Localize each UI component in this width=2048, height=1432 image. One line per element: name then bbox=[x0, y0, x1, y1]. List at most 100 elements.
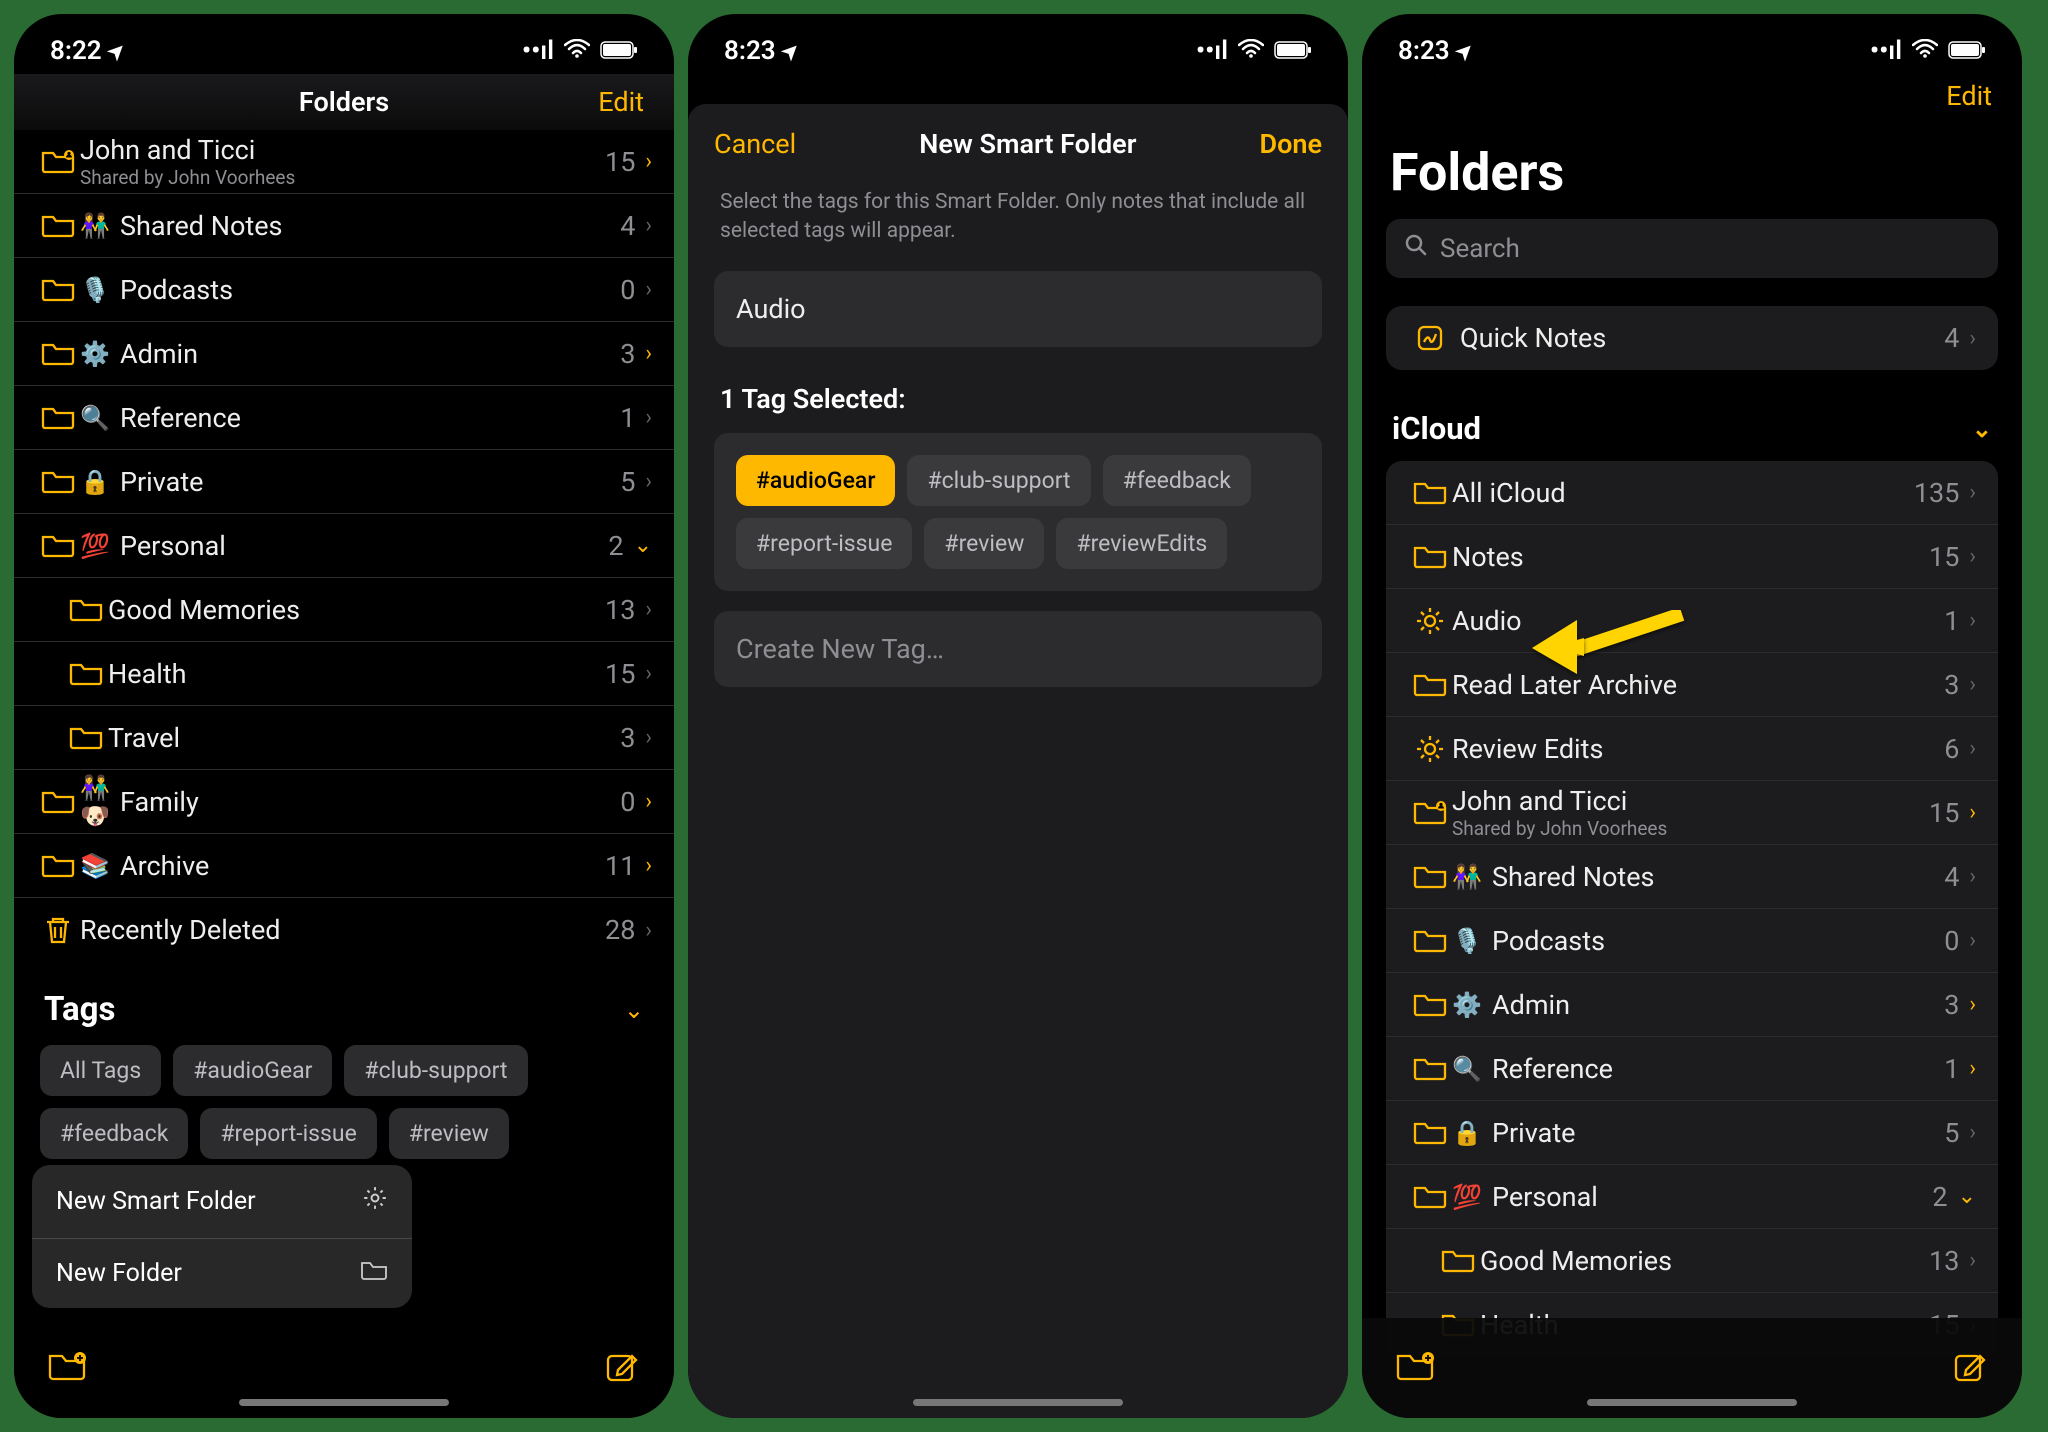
screen-1-folders: 8:22➤ ••ıl Folders Edit John and TicciSh… bbox=[14, 14, 674, 1418]
folder-row-readlater[interactable]: Read Later Archive3› bbox=[1386, 653, 1998, 717]
location-icon: ➤ bbox=[776, 37, 805, 66]
battery-icon bbox=[1274, 36, 1312, 66]
status-bar: 8:23➤ ••ıl bbox=[1362, 14, 2022, 74]
folder-count: 1 bbox=[1944, 1053, 1959, 1085]
tag-pill[interactable]: #audioGear bbox=[173, 1045, 332, 1096]
folder-label: Good Memories bbox=[1480, 1245, 1929, 1277]
folder-emoji: 🔒 bbox=[1452, 1119, 1492, 1147]
tag-option[interactable]: #reviewEdits bbox=[1056, 518, 1227, 569]
folder-emoji: 🔒 bbox=[80, 468, 120, 496]
tag-pill[interactable]: #club-support bbox=[344, 1045, 527, 1096]
folder-row-ref[interactable]: 🔍Reference1› bbox=[14, 386, 674, 450]
cancel-button[interactable]: Cancel bbox=[714, 128, 796, 160]
folder-icon bbox=[1436, 1248, 1480, 1274]
folder-row-admin[interactable]: ⚙️Admin3› bbox=[14, 322, 674, 386]
create-new-tag-input[interactable]: Create New Tag… bbox=[714, 611, 1322, 687]
compose-button[interactable] bbox=[604, 1348, 640, 1388]
chevron-right-icon: › bbox=[1969, 608, 1976, 633]
folder-row-travel[interactable]: Travel3› bbox=[14, 706, 674, 770]
status-indicators: ••ıl bbox=[1196, 36, 1312, 66]
chevron-right-icon: › bbox=[1969, 736, 1976, 761]
folder-row-audio[interactable]: Audio1› bbox=[1386, 589, 1998, 653]
folder-row-priv[interactable]: 🔒Private5› bbox=[1386, 1101, 1998, 1165]
folder-row-john[interactable]: John and TicciShared by John Voorhees15› bbox=[14, 130, 674, 194]
folder-row-all[interactable]: All iCloud135› bbox=[1386, 461, 1998, 525]
tag-options: #audioGear#club-support #feedback #report-… bbox=[736, 455, 1300, 569]
icloud-header[interactable]: iCloud ⌄ bbox=[1362, 398, 2022, 461]
folder-emoji: 📚 bbox=[80, 852, 120, 880]
folder-row-pers[interactable]: 💯Personal2⌄ bbox=[14, 514, 674, 578]
folder-row-admin[interactable]: ⚙️Admin3› bbox=[1386, 973, 1998, 1037]
done-button[interactable]: Done bbox=[1260, 128, 1322, 160]
folder-row-goodmem[interactable]: Good Memories13› bbox=[14, 578, 674, 642]
folder-icon bbox=[64, 725, 108, 751]
edit-button[interactable]: Edit bbox=[1946, 80, 1992, 112]
chevron-down-icon: ⌄ bbox=[634, 533, 652, 558]
icloud-folders-list: All iCloud135›Notes15›Audio1›Read Later … bbox=[1386, 461, 1998, 1357]
tag-option[interactable]: #club-support bbox=[907, 455, 1090, 506]
tag-option[interactable]: #report-issue bbox=[736, 518, 912, 569]
new-folder-button[interactable] bbox=[48, 1350, 88, 1386]
tag-pill[interactable]: #feedback bbox=[40, 1108, 188, 1159]
search-input[interactable]: Search bbox=[1386, 219, 1998, 278]
nav-header: Folders Edit bbox=[14, 74, 674, 130]
folder-icon bbox=[1408, 928, 1452, 954]
folder-label: Admin bbox=[120, 338, 620, 370]
folder-emoji: 💯 bbox=[1452, 1183, 1492, 1211]
tag-option[interactable]: #review bbox=[924, 518, 1044, 569]
folder-count: 5 bbox=[1944, 1117, 1959, 1149]
folder-label: Shared Notes bbox=[120, 210, 620, 242]
folder-row-fam[interactable]: 👫🐶Family0› bbox=[14, 770, 674, 834]
folder-row-pers[interactable]: 💯Personal2⌄ bbox=[1386, 1165, 1998, 1229]
chevron-right-icon: › bbox=[645, 725, 652, 750]
folder-icon bbox=[36, 213, 80, 239]
status-bar: 8:22➤ ••ıl bbox=[14, 14, 674, 74]
compose-button[interactable] bbox=[1952, 1348, 1988, 1388]
folder-row-pod[interactable]: 🎙️Podcasts0› bbox=[1386, 909, 1998, 973]
folder-icon bbox=[36, 533, 80, 559]
tag-pill[interactable]: #review bbox=[389, 1108, 509, 1159]
folder-emoji: 👫 bbox=[80, 212, 120, 240]
new-smart-folder-option[interactable]: New Smart Folder bbox=[32, 1165, 412, 1239]
folder-row-pod[interactable]: 🎙️Podcasts0› bbox=[14, 258, 674, 322]
tag-option[interactable]: #audioGear bbox=[736, 455, 895, 506]
folder-row-ref[interactable]: 🔍Reference1› bbox=[1386, 1037, 1998, 1101]
folder-row-arch[interactable]: 📚Archive11› bbox=[14, 834, 674, 898]
chevron-right-icon: › bbox=[645, 213, 652, 238]
folder-label: Recently Deleted bbox=[80, 914, 605, 946]
folder-row-goodmem[interactable]: Good Memories13› bbox=[1386, 1229, 1998, 1293]
folder-icon bbox=[36, 853, 80, 879]
home-indicator bbox=[913, 1399, 1123, 1406]
new-folder-button[interactable] bbox=[1396, 1350, 1436, 1386]
folder-row-john[interactable]: John and TicciShared by John Voorhees15› bbox=[1386, 781, 1998, 845]
folder-row-shared[interactable]: 👫Shared Notes4› bbox=[1386, 845, 1998, 909]
folder-row-shared[interactable]: 👫Shared Notes4› bbox=[14, 194, 674, 258]
folder-row-notes[interactable]: Notes15› bbox=[1386, 525, 1998, 589]
folder-label: Personal bbox=[1492, 1181, 1932, 1213]
folder-emoji: 🎙️ bbox=[80, 276, 120, 304]
folder-row-health[interactable]: Health15› bbox=[14, 642, 674, 706]
status-bar: 8:23➤ ••ıl bbox=[688, 14, 1348, 74]
folder-count: 13 bbox=[605, 594, 635, 626]
new-folder-option[interactable]: New Folder bbox=[32, 1239, 412, 1308]
quick-notes-section: Quick Notes 4 › bbox=[1386, 306, 1998, 370]
folder-row-del[interactable]: Recently Deleted28› bbox=[14, 898, 674, 962]
tag-pill[interactable]: #report-issue bbox=[200, 1108, 376, 1159]
quick-notes-row[interactable]: Quick Notes 4 › bbox=[1386, 306, 1998, 370]
chevron-right-icon: › bbox=[645, 853, 652, 878]
chevron-right-icon: › bbox=[645, 277, 652, 302]
folder-count: 1 bbox=[1944, 605, 1959, 637]
tag-option[interactable]: #feedback bbox=[1103, 455, 1251, 506]
new-smart-folder-label: New Smart Folder bbox=[56, 1187, 256, 1216]
location-icon: ➤ bbox=[102, 37, 131, 66]
chevron-down-icon[interactable]: ⌄ bbox=[624, 996, 644, 1024]
folder-name-input[interactable]: Audio bbox=[714, 271, 1322, 347]
folder-count: 0 bbox=[620, 786, 635, 818]
edit-button[interactable]: Edit bbox=[598, 86, 644, 118]
gear-icon bbox=[1408, 734, 1452, 764]
tag-pill[interactable]: All Tags bbox=[40, 1045, 161, 1096]
tags-section: Tags ⌄ All Tags#audioGear#club-support#f… bbox=[14, 962, 674, 1173]
folder-row-priv[interactable]: 🔒Private5› bbox=[14, 450, 674, 514]
folders-content: John and TicciShared by John Voorhees15›… bbox=[14, 130, 674, 1318]
folder-row-revedits[interactable]: Review Edits6› bbox=[1386, 717, 1998, 781]
